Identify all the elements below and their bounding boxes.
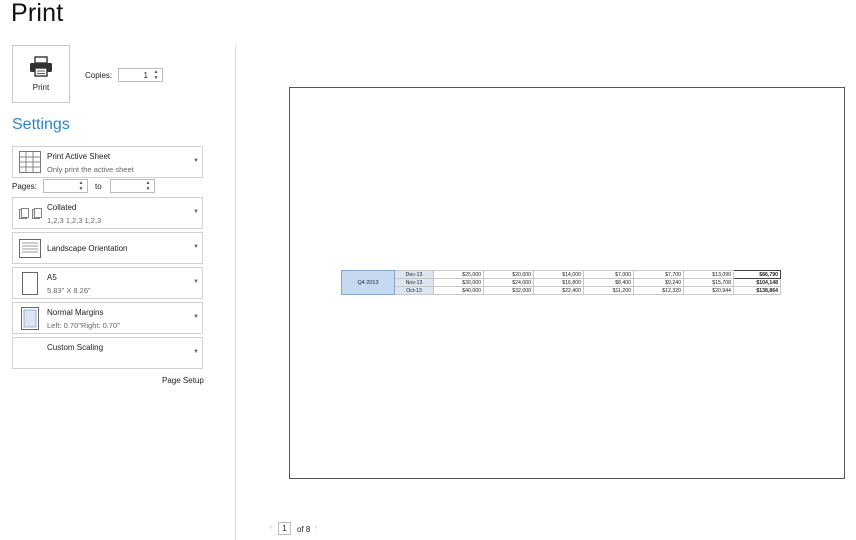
paper-size-dropdown[interactable]: A5 5.83" X 8.26" ▼ <box>12 267 203 299</box>
current-page-input[interactable]: 1 <box>278 522 291 535</box>
value-cell: $32,000 <box>483 286 534 295</box>
chevron-down-icon: ▼ <box>193 244 199 250</box>
value-cell: $30,000 <box>433 278 484 287</box>
spinner-arrows-icon[interactable]: ▲ ▼ <box>152 69 160 81</box>
value-cell: $12,320 <box>633 286 684 295</box>
print-what-dropdown[interactable]: Print Active Sheet Only print the active… <box>12 146 203 178</box>
table-row: Q4 2013 Dec-13 $25,000 $20,000 $14,000 $… <box>341 270 781 295</box>
month-cell: Nov-13 <box>394 278 434 287</box>
pages-to-label: to <box>95 182 102 191</box>
chevron-down-icon: ▼ <box>193 349 199 355</box>
value-cell: $24,000 <box>483 278 534 287</box>
pages-label: Pages: <box>12 182 37 191</box>
value-cell: $40,000 <box>433 286 484 295</box>
month-cell: Dec-13 <box>394 270 434 279</box>
print-what-subtitle: Only print the active sheet <box>47 165 134 174</box>
value-cell: $16,800 <box>533 278 584 287</box>
scaling-dropdown[interactable]: Custom Scaling ▼ <box>12 337 203 369</box>
total-cell: $86,790 <box>733 270 781 279</box>
quarter-cell: Q4 2013 <box>341 270 395 295</box>
table-row: Oct-13 $40,000 $32,000 $22,400 $11,200 $… <box>342 286 781 295</box>
copies-spinner[interactable]: 1 ▲ ▼ <box>118 68 163 82</box>
preview-sheet-table: Q4 2013 Dec-13 $25,000 $20,000 $14,000 $… <box>341 270 781 295</box>
paper-size-subtitle: 5.83" X 8.26" <box>47 286 91 295</box>
page-title: Print <box>11 0 64 27</box>
value-cell: $20,944 <box>683 286 734 295</box>
value-cell: $22,400 <box>533 286 584 295</box>
collation-subtitle: 1,2,3 1,2,3 1,2,3 <box>47 216 102 225</box>
margins-subtitle: Left: 0.70"Right: 0.70" <box>47 321 120 330</box>
copies-label: Copies: <box>85 71 113 80</box>
value-cell: $9,240 <box>633 278 684 287</box>
total-cell: $104,148 <box>733 278 781 287</box>
previous-page-icon[interactable]: ‹ <box>270 524 272 531</box>
chevron-down-icon: ▼ <box>193 279 199 285</box>
total-cell: $138,864 <box>733 286 781 295</box>
table-row: Nov-13 $30,000 $24,000 $16,800 $8,400 $9… <box>342 278 781 287</box>
value-cell: $20,000 <box>483 270 534 279</box>
copies-value: 1 <box>143 71 148 80</box>
collation-dropdown[interactable]: Collated 1,2,3 1,2,3 1,2,3 ▼ <box>12 197 203 229</box>
chevron-down-icon: ▼ <box>193 209 199 215</box>
orientation-title: Landscape Orientation <box>47 244 128 253</box>
spinner-arrows-icon[interactable]: ▲ ▼ <box>144 180 152 192</box>
month-cell: Oct-13 <box>394 286 434 295</box>
value-cell: $11,200 <box>583 286 634 295</box>
printer-icon <box>30 56 52 77</box>
value-cell: $13,090 <box>683 270 734 279</box>
paper-size-icon <box>22 272 38 295</box>
margins-title: Normal Margins <box>47 308 104 317</box>
pages-from-input[interactable]: ▲ ▼ <box>43 179 88 193</box>
orientation-dropdown[interactable]: Landscape Orientation ▼ <box>12 232 203 264</box>
margins-dropdown[interactable]: Normal Margins Left: 0.70"Right: 0.70" ▼ <box>12 302 203 334</box>
scaling-title: Custom Scaling <box>47 343 104 352</box>
collated-icon <box>19 208 42 219</box>
spinner-arrows-icon[interactable]: ▲ ▼ <box>77 180 85 192</box>
value-cell: $7,700 <box>633 270 684 279</box>
settings-heading: Settings <box>12 116 70 133</box>
panel-divider <box>235 45 236 540</box>
chevron-down-icon: ▼ <box>193 158 199 164</box>
sheet-grid-icon <box>19 151 41 173</box>
value-cell: $15,708 <box>683 278 734 287</box>
pages-to-input[interactable]: ▲ ▼ <box>110 179 155 193</box>
value-cell: $14,000 <box>533 270 584 279</box>
chevron-down-icon: ▼ <box>193 314 199 320</box>
paper-size-title: A5 <box>47 273 57 282</box>
page-setup-link[interactable]: Page Setup <box>162 376 204 385</box>
print-button[interactable]: Print <box>12 45 70 103</box>
next-page-icon[interactable]: › <box>315 524 317 531</box>
print-what-title: Print Active Sheet <box>47 152 111 161</box>
value-cell: $8,400 <box>583 278 634 287</box>
print-button-label: Print <box>32 83 50 92</box>
margins-icon <box>21 307 39 330</box>
value-cell: $25,000 <box>433 270 484 279</box>
value-cell: $7,000 <box>583 270 634 279</box>
page-count-label: of 8 <box>297 525 311 534</box>
landscape-icon <box>19 239 41 258</box>
collation-title: Collated <box>47 203 77 212</box>
